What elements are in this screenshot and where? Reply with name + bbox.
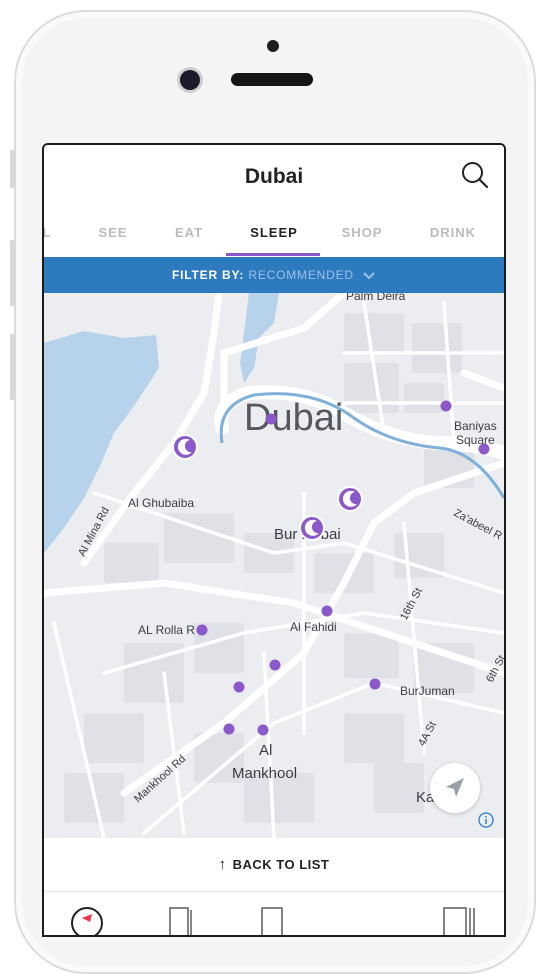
active-tab-indicator <box>226 253 320 256</box>
compass-icon[interactable] <box>70 906 104 937</box>
map-poi-dot[interactable] <box>223 723 235 735</box>
side-button-mute <box>10 150 15 188</box>
map-poi-dot[interactable] <box>478 443 490 455</box>
map-label-al-ghubaiba: Al Ghubaiba <box>128 496 194 510</box>
guide-icon[interactable] <box>260 906 286 937</box>
front-sensor <box>267 40 279 52</box>
map-label-mankhool: Mankhool <box>232 765 297 782</box>
bookmark-icon[interactable] <box>168 906 194 937</box>
locate-me-button[interactable] <box>430 763 480 813</box>
map-view[interactable]: Palm Deira Baniyas Square Al Ghubaiba Al… <box>44 293 504 838</box>
map-poi-dot[interactable] <box>196 624 208 636</box>
category-tabs: L SEE EAT SLEEP SHOP DRINK <box>44 207 504 257</box>
bottom-nav-bar <box>44 891 504 937</box>
map-label-al: Al <box>259 742 272 759</box>
map-label-palm-deira: Palm Deira <box>346 293 406 303</box>
tab-see[interactable]: SEE <box>88 225 138 240</box>
filter-label: FILTER BY: <box>172 268 245 282</box>
tab-eat[interactable]: EAT <box>164 225 214 240</box>
back-to-list-label: BACK TO LIST <box>232 857 330 872</box>
map-label-16th-st: 16th St <box>398 586 425 622</box>
map-poi-dot[interactable] <box>265 413 277 425</box>
map-poi-dot[interactable] <box>369 678 381 690</box>
app-header: Dubai <box>44 145 504 207</box>
map-label-square: Square <box>456 433 495 447</box>
book-icon[interactable] <box>442 906 476 937</box>
chevron-down-icon <box>363 272 375 280</box>
map-poi-dot[interactable] <box>321 605 333 617</box>
map-poi-dot[interactable] <box>269 659 281 671</box>
navigation-arrow-icon <box>446 778 464 797</box>
map-canvas: Palm Deira Baniyas Square Al Ghubaiba Al… <box>44 293 504 838</box>
map-poi-dot[interactable] <box>233 681 245 693</box>
sleep-marker[interactable] <box>299 515 325 541</box>
map-label-4a-st: 4A St <box>416 720 439 749</box>
back-to-list-button[interactable]: ↑ BACK TO LIST <box>44 856 504 873</box>
filter-bar[interactable]: FILTER BY: RECOMMENDED <box>44 257 504 293</box>
page-title: Dubai <box>244 165 304 188</box>
search-icon[interactable] <box>460 160 490 190</box>
app-screen: Dubai L SEE EAT SLEEP SHOP DRINK FILTER … <box>42 143 506 937</box>
arrow-up-icon: ↑ <box>218 856 227 873</box>
tab-partial[interactable]: L <box>44 225 54 240</box>
tab-shop[interactable]: SHOP <box>332 225 392 240</box>
map-poi-dot[interactable] <box>257 724 269 736</box>
info-icon[interactable] <box>478 812 494 828</box>
map-city-label: Dubai <box>244 397 343 439</box>
map-label-al-rolla-rd: AL Rolla R <box>138 623 195 637</box>
tab-drink[interactable]: DRINK <box>420 225 486 240</box>
sleep-marker[interactable] <box>172 434 198 460</box>
map-label-al-fahidi: Al Fahidi <box>290 620 337 634</box>
tab-sleep[interactable]: SLEEP <box>234 225 314 240</box>
map-label-zaabeel-rd: Za'abeel R <box>452 507 504 542</box>
bottom-panel: ↑ BACK TO LIST <box>44 838 504 935</box>
front-camera <box>180 70 200 90</box>
side-button-volume-up <box>10 240 15 306</box>
map-label-burjuman: BurJuman <box>400 684 455 698</box>
earpiece-speaker <box>231 73 313 86</box>
sleep-marker[interactable] <box>337 486 363 512</box>
side-button-volume-down <box>10 334 15 400</box>
map-label-baniyas: Baniyas <box>454 419 497 433</box>
filter-value: RECOMMENDED <box>248 268 354 282</box>
map-poi-dot[interactable] <box>440 400 452 412</box>
